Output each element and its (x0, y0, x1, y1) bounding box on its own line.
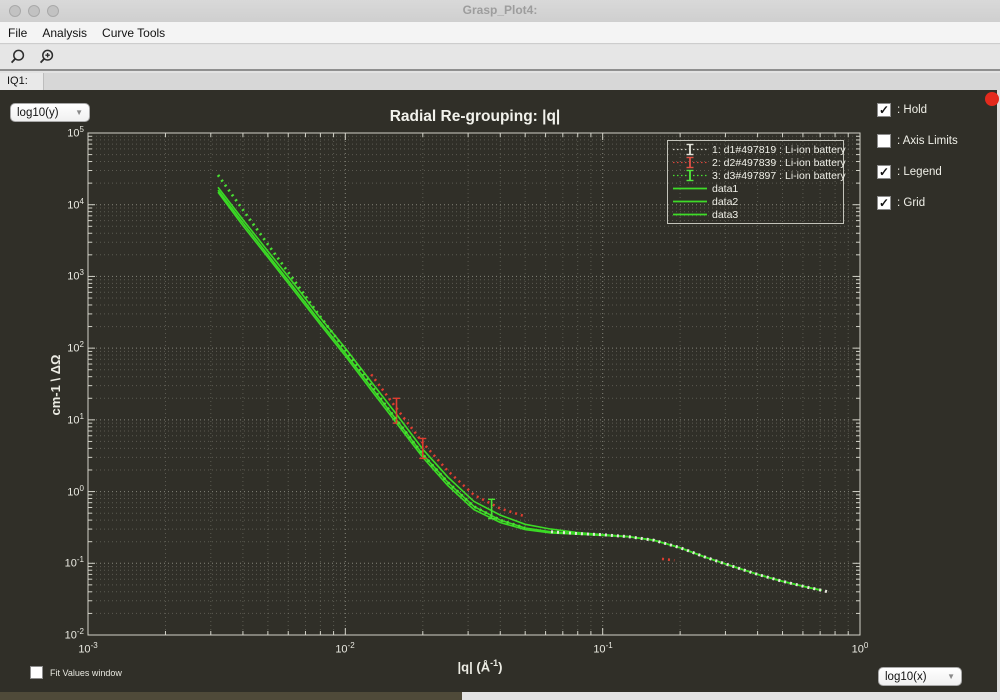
x-axis-label: |q| (Å-1) (380, 658, 580, 674)
fit-values-checkbox-row: Fit Values window (30, 666, 122, 679)
chevron-down-icon: ▼ (947, 672, 955, 681)
legend-sample-icon (672, 143, 708, 156)
legend-box[interactable]: 1: d1#497819 : Li-ion battery 2: d2#4978… (667, 140, 844, 224)
legend-sample-icon (672, 156, 708, 169)
chevron-down-icon: ▼ (75, 108, 83, 117)
menubar: File Analysis Curve Tools (0, 22, 1000, 44)
magnifier-plus-icon (38, 48, 56, 66)
legend-entry: data2 (672, 195, 843, 208)
window-title: Grasp_Plot4: (0, 3, 1000, 17)
menu-curve-tools[interactable]: Curve Tools (102, 26, 165, 40)
legend-entry: data3 (672, 208, 843, 221)
fit-values-checkbox[interactable] (30, 666, 43, 679)
y-scale-value: log10(y) (17, 107, 59, 119)
hold-checkbox-row: ✓ : Hold (877, 103, 958, 117)
plot-title: Radial Re-grouping: |q| (300, 108, 650, 126)
hold-checkbox[interactable]: ✓ (877, 103, 891, 117)
iq-row: IQ1: (0, 73, 1000, 91)
legend-entry: 3: d3#497897 : Li-ion battery (672, 169, 843, 182)
iq1-input[interactable] (45, 73, 1000, 90)
toolbar (0, 45, 1000, 71)
titlebar[interactable]: Grasp_Plot4: (0, 0, 1000, 23)
legend-sample-icon (672, 195, 708, 208)
bottom-edge-left (0, 692, 462, 700)
plot-canvas[interactable] (0, 90, 1000, 692)
legend-entry: 2: d2#497839 : Li-ion battery (672, 156, 843, 169)
grasp-plot-window: Grasp_Plot4: File Analysis Curve Tools I… (0, 0, 1000, 700)
status-indicator-dot (985, 92, 999, 106)
bottom-edge-right (462, 692, 1000, 700)
legend-sample-icon (672, 208, 708, 221)
iq1-label: IQ1: (0, 73, 44, 90)
zoom-tool-button[interactable] (8, 47, 28, 67)
axis-limits-checkbox[interactable] (877, 134, 891, 148)
legend-checkbox[interactable]: ✓ (877, 165, 891, 179)
grid-checkbox[interactable]: ✓ (877, 196, 891, 210)
axis-limits-checkbox-row: : Axis Limits (877, 134, 958, 148)
y-scale-dropdown[interactable]: log10(y) ▼ (10, 103, 90, 122)
zoom-in-tool-button[interactable] (37, 47, 57, 67)
legend-sample-icon (672, 182, 708, 195)
menu-file[interactable]: File (8, 26, 27, 40)
legend-checkbox-row: ✓ : Legend (877, 165, 958, 179)
plot-option-checkboxes: ✓ : Hold : Axis Limits ✓ : Legend ✓ : Gr… (877, 103, 958, 210)
grid-checkbox-row: ✓ : Grid (877, 196, 958, 210)
menu-analysis[interactable]: Analysis (42, 26, 87, 40)
legend-entry: 1: d1#497819 : Li-ion battery (672, 143, 843, 156)
legend-entry: data1 (672, 182, 843, 195)
x-scale-value: log10(x) (885, 671, 927, 683)
magnifier-icon (9, 48, 27, 66)
x-scale-dropdown[interactable]: log10(x) ▼ (878, 667, 962, 686)
legend-sample-icon (672, 169, 708, 182)
